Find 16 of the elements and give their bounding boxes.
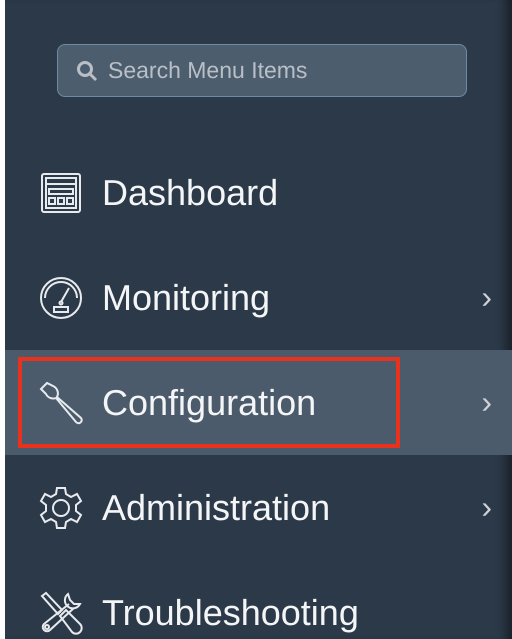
tools-icon — [38, 590, 84, 636]
chevron-icon: › — [481, 489, 492, 526]
chevron-icon: › — [481, 384, 492, 421]
annotation-box: Configuration — [18, 357, 400, 448]
menu-item[interactable]: Administration › — [5, 455, 512, 560]
gear-icon — [38, 484, 84, 530]
gauge-icon — [39, 276, 83, 320]
menu-item[interactable]: Dashboard — [5, 140, 512, 245]
search-field[interactable]: Search Menu Items — [57, 44, 467, 97]
menu-item[interactable]: Configuration › — [5, 350, 512, 455]
dashboard-icon — [40, 172, 82, 214]
chevron-icon: › — [481, 279, 492, 316]
menu-item[interactable]: Monitoring › — [5, 245, 512, 350]
search-icon — [76, 60, 98, 82]
menu-item[interactable]: Troubleshooting — [5, 560, 512, 639]
wrench-icon — [38, 380, 84, 426]
